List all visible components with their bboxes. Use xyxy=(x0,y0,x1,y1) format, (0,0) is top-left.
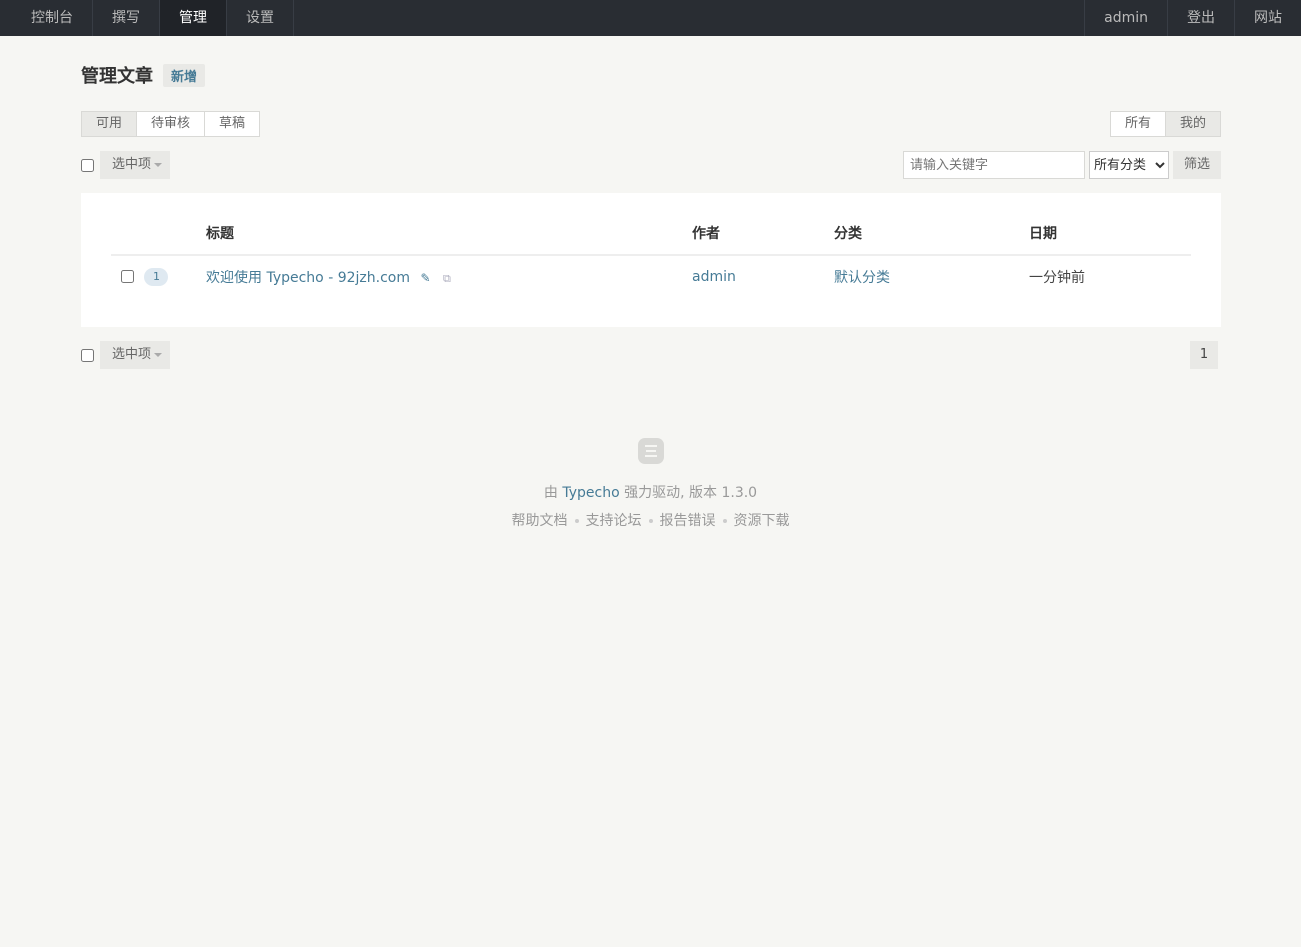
owner-tabs: 所有 我的 xyxy=(1109,111,1221,137)
row-author-cell: admin xyxy=(691,255,833,297)
row-check-cell: 1 xyxy=(111,255,205,297)
caret-down-icon xyxy=(154,163,163,167)
selected-actions-label: 选中项 xyxy=(112,157,152,172)
row-checkbox[interactable] xyxy=(121,270,134,283)
post-title-link[interactable]: 欢迎使用 Typecho - 92jzh.com xyxy=(206,270,410,286)
external-link-icon[interactable]: ⧉ xyxy=(443,272,451,286)
post-category-link[interactable]: 默认分类 xyxy=(834,270,890,286)
selected-actions-dropdown[interactable]: 选中项 xyxy=(100,151,171,179)
selected-actions-label-bottom: 选中项 xyxy=(112,347,152,362)
nav-write[interactable]: 撰写 xyxy=(93,0,160,36)
tab-published[interactable]: 可用 xyxy=(81,111,138,137)
header-check xyxy=(111,217,205,256)
footer: 由 Typecho 强力驱动, 版本 1.3.0 帮助文档 支持论坛 报告错误 资源下… xyxy=(0,438,1301,530)
add-new-button[interactable]: 新增 xyxy=(163,63,206,87)
top-operations: 选中项 所有分类 筛选 xyxy=(81,151,1221,179)
status-tabs: 可用 待审核 草稿 xyxy=(81,111,261,137)
typecho-link[interactable]: Typecho xyxy=(562,485,619,501)
footer-links: 帮助文档 支持论坛 报告错误 资源下载 xyxy=(0,510,1301,530)
separator-dot xyxy=(574,519,579,523)
caret-down-icon xyxy=(154,353,163,357)
search-area: 所有分类 筛选 xyxy=(902,151,1221,179)
nav-user[interactable]: admin xyxy=(1084,0,1167,36)
tab-mine[interactable]: 我的 xyxy=(1164,111,1221,137)
select-all-checkbox-bottom[interactable] xyxy=(81,348,94,362)
footer-link-bugs[interactable]: 报告错误 xyxy=(660,513,716,529)
nav-left: 控制台 撰写 管理 设置 xyxy=(0,0,294,36)
edit-pencil-icon[interactable]: ✎ xyxy=(420,271,430,285)
select-all-checkbox[interactable] xyxy=(81,158,94,172)
tab-pending[interactable]: 待审核 xyxy=(136,111,206,137)
nav-right: admin 登出 网站 xyxy=(1084,0,1301,36)
row-category-cell: 默认分类 xyxy=(833,255,1028,297)
posts-table: 标题 作者 分类 日期 1 欢迎使用 Typecho - 92jzh.com ✎… xyxy=(111,217,1191,297)
nav-manage[interactable]: 管理 xyxy=(160,0,227,36)
selected-actions-dropdown-bottom[interactable]: 选中项 xyxy=(100,341,171,369)
table-header-row: 标题 作者 分类 日期 xyxy=(111,217,1191,256)
table-row: 1 欢迎使用 Typecho - 92jzh.com ✎ ⧉ admin 默认分… xyxy=(111,255,1191,297)
separator-dot xyxy=(722,519,727,523)
page-title: 管理文章 xyxy=(81,66,153,87)
footer-link-docs[interactable]: 帮助文档 xyxy=(512,513,568,529)
footer-link-downloads[interactable]: 资源下载 xyxy=(734,513,790,529)
separator-dot xyxy=(648,519,653,523)
category-select[interactable]: 所有分类 xyxy=(1088,151,1169,179)
nav-settings[interactable]: 设置 xyxy=(227,0,294,36)
post-author-link[interactable]: admin xyxy=(692,269,736,285)
footer-link-forum[interactable]: 支持论坛 xyxy=(586,513,642,529)
header-category: 分类 xyxy=(833,217,1028,256)
tab-draft[interactable]: 草稿 xyxy=(204,111,261,137)
page-header: 管理文章 新增 xyxy=(81,62,206,88)
comment-count-badge[interactable]: 1 xyxy=(144,267,169,286)
header-author: 作者 xyxy=(691,217,833,256)
powered-suffix: 强力驱动, 版本 1.3.0 xyxy=(624,485,758,501)
powered-by: 由 Typecho 强力驱动, 版本 1.3.0 xyxy=(0,482,1301,502)
header-date: 日期 xyxy=(1028,217,1191,256)
typecho-logo-icon xyxy=(637,438,664,464)
pagination-page-1[interactable]: 1 xyxy=(1190,341,1218,369)
nav-logout[interactable]: 登出 xyxy=(1167,0,1234,36)
nav-dashboard[interactable]: 控制台 xyxy=(12,0,93,36)
bottom-operations: 选中项 1 xyxy=(81,341,1221,369)
row-date-cell: 一分钟前 xyxy=(1029,269,1085,286)
posts-table-container: 标题 作者 分类 日期 1 欢迎使用 Typecho - 92jzh.com ✎… xyxy=(81,193,1221,327)
filter-button[interactable]: 筛选 xyxy=(1172,151,1221,179)
header-title: 标题 xyxy=(205,217,691,256)
row-title-cell: 欢迎使用 Typecho - 92jzh.com ✎ ⧉ xyxy=(205,255,691,297)
nav-site[interactable]: 网站 xyxy=(1234,0,1301,36)
powered-prefix: 由 xyxy=(543,485,558,501)
keyword-input[interactable] xyxy=(902,151,1085,179)
top-navbar: 控制台 撰写 管理 设置 admin 登出 网站 xyxy=(0,0,1301,36)
tab-all[interactable]: 所有 xyxy=(1109,111,1166,137)
